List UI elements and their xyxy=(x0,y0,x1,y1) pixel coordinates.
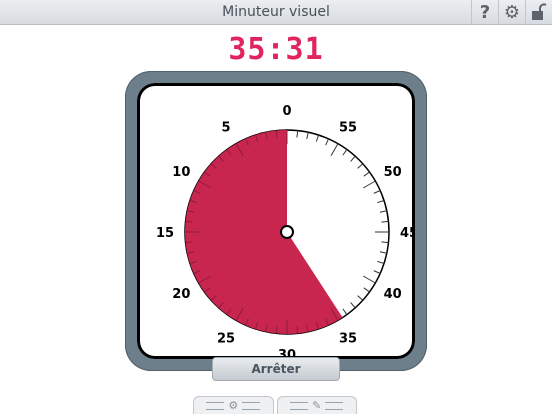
dial-label: 45 xyxy=(400,226,415,241)
title-bar: Minuteur visuel ? ⚙ xyxy=(0,0,552,25)
settings-gear-icon[interactable]: ⚙ xyxy=(498,0,525,24)
dial-label: 20 xyxy=(172,287,190,302)
bottom-tab-bar: ⚙ ✎ xyxy=(193,396,357,414)
help-icon[interactable]: ? xyxy=(471,0,498,24)
digital-time-display: 35:31 xyxy=(228,32,324,67)
dial-label: 40 xyxy=(384,287,402,302)
window-title: Minuteur visuel xyxy=(222,4,330,20)
dial-label: 25 xyxy=(217,332,235,347)
dial-label: 55 xyxy=(339,120,357,135)
tab-settings[interactable]: ⚙ xyxy=(193,396,274,414)
tab-edit[interactable]: ✎ xyxy=(276,396,357,414)
pencil-icon: ✎ xyxy=(312,399,322,412)
dial-center-knob xyxy=(280,225,294,239)
timer-face[interactable]: 0 5 10 15 20 25 30 35 40 45 50 55 xyxy=(137,83,415,359)
dial-label: 0 xyxy=(282,104,291,119)
dial-label: 15 xyxy=(156,226,174,241)
dial-label: 10 xyxy=(172,165,190,180)
lock-icon[interactable] xyxy=(525,0,552,24)
gear-icon: ⚙ xyxy=(228,399,239,412)
dial-label: 5 xyxy=(221,120,230,135)
timer-frame: 0 5 10 15 20 25 30 35 40 45 50 55 xyxy=(125,71,427,371)
dial-label: 50 xyxy=(384,165,402,180)
timer-dial[interactable]: 0510152025303540455055 xyxy=(137,83,415,359)
stop-button[interactable]: Arrêter xyxy=(212,357,340,381)
dial-label: 35 xyxy=(339,332,357,347)
